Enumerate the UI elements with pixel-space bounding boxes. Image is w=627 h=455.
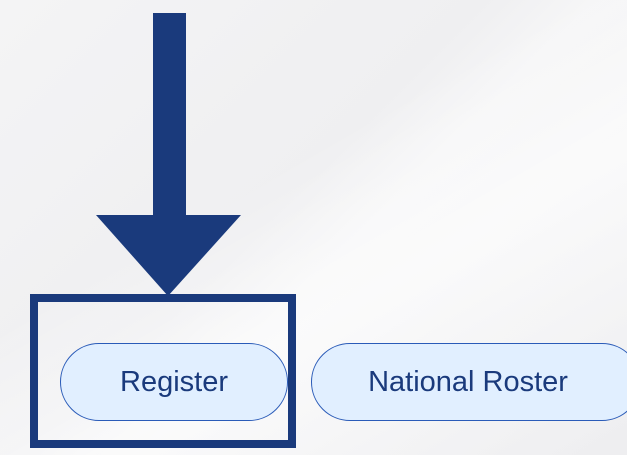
national-roster-button[interactable]: National Roster: [311, 343, 627, 421]
register-button[interactable]: Register: [60, 343, 288, 421]
arrow-shaft: [153, 13, 186, 218]
register-button-label: Register: [120, 365, 228, 398]
national-roster-button-label: National Roster: [368, 365, 568, 398]
arrow-head: [96, 215, 241, 296]
